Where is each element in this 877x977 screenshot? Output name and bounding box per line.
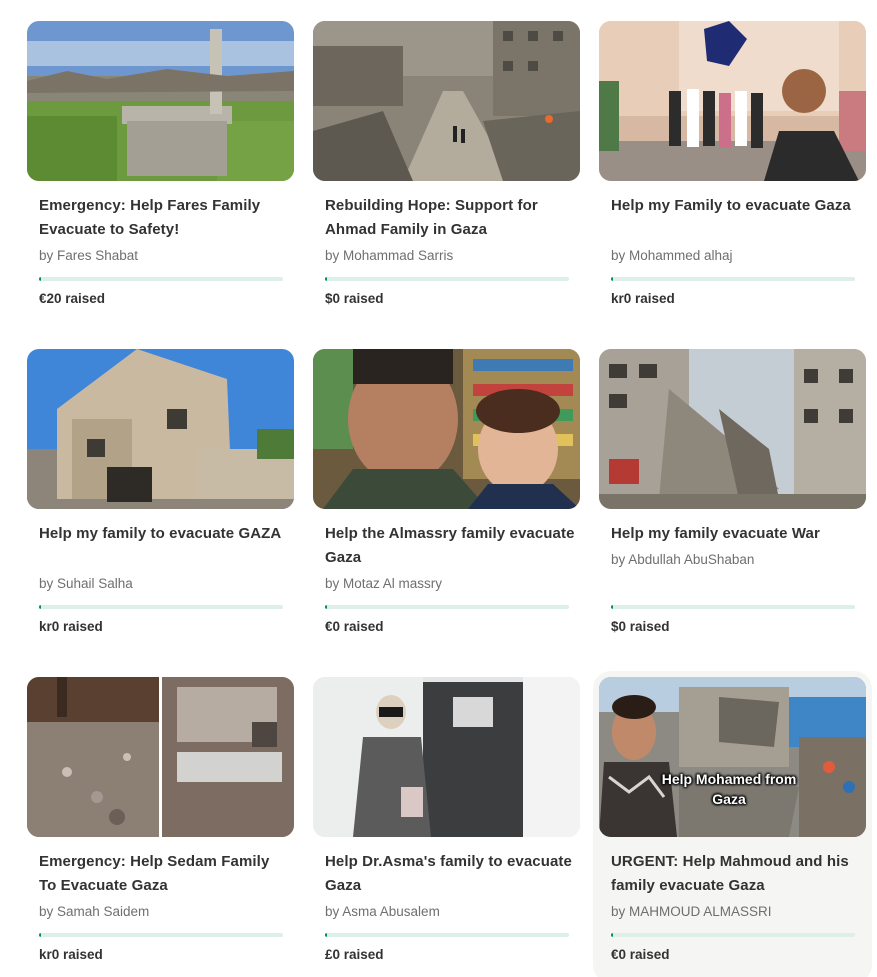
- fundraiser-card[interactable]: Help my family to evacuate GAZA by Suhai…: [27, 349, 294, 649]
- fundraiser-grid: Emergency: Help Fares Family Evacuate to…: [0, 0, 877, 977]
- fundraiser-image[interactable]: [599, 21, 866, 181]
- fundraiser-title[interactable]: Help my family to evacuate GAZA: [39, 522, 289, 546]
- progress-bar: [39, 277, 283, 281]
- amount-raised: kr0 raised: [611, 291, 675, 306]
- fundraiser-card[interactable]: Help Dr.Asma's family to evacuate Gaza b…: [313, 677, 580, 977]
- fundraiser-image[interactable]: [27, 349, 294, 509]
- amount-raised: $0 raised: [325, 291, 384, 306]
- progress-bar: [611, 277, 855, 281]
- progress-bar: [325, 277, 569, 281]
- fundraiser-title[interactable]: Help Dr.Asma's family to evacuate Gaza: [325, 850, 575, 898]
- fundraiser-title[interactable]: Help my family evacuate War: [611, 522, 861, 546]
- fundraiser-image[interactable]: [599, 349, 866, 509]
- fundraiser-image[interactable]: [313, 677, 580, 837]
- fundraiser-card[interactable]: Help my family evacuate War by Abdullah …: [599, 349, 866, 649]
- organizer-name: by Samah Saidem: [39, 904, 150, 919]
- progress-bar: [325, 933, 569, 937]
- organizer-name: by Mohammad Sarris: [325, 248, 454, 263]
- progress-fill: [39, 605, 41, 609]
- fundraiser-card[interactable]: Help Mohamed from Gaza URGENT: Help Mahm…: [599, 677, 866, 977]
- organizer-name: by Fares Shabat: [39, 248, 139, 263]
- fundraiser-title[interactable]: Emergency: Help Sedam Family To Evacuate…: [39, 850, 289, 898]
- progress-fill: [325, 277, 327, 281]
- fundraiser-card[interactable]: Help my Family to evacuate Gaza by Moham…: [599, 21, 866, 321]
- organizer-name: by Suhail Salha: [39, 576, 133, 591]
- progress-bar: [611, 605, 855, 609]
- progress-fill: [611, 277, 613, 281]
- fundraiser-card[interactable]: Help the Almassry family evacuate Gaza b…: [313, 349, 580, 649]
- fundraiser-title[interactable]: Rebuilding Hope: Support for Ahmad Famil…: [325, 194, 575, 242]
- progress-bar: [611, 933, 855, 937]
- amount-raised: €20 raised: [39, 291, 106, 306]
- fundraiser-card[interactable]: Emergency: Help Fares Family Evacuate to…: [27, 21, 294, 321]
- fundraiser-card[interactable]: Emergency: Help Sedam Family To Evacuate…: [27, 677, 294, 977]
- amount-raised: €0 raised: [611, 947, 670, 962]
- organizer-name: by Asma Abusalem: [325, 904, 440, 919]
- amount-raised: kr0 raised: [39, 619, 103, 634]
- fundraiser-image[interactable]: Help Mohamed from Gaza: [599, 677, 866, 837]
- fundraiser-image[interactable]: [313, 21, 580, 181]
- progress-fill: [611, 933, 613, 937]
- progress-fill: [611, 605, 613, 609]
- organizer-name: by Abdullah AbuShaban: [611, 552, 755, 567]
- progress-bar: [325, 605, 569, 609]
- progress-bar: [39, 933, 283, 937]
- amount-raised: $0 raised: [611, 619, 670, 634]
- amount-raised: £0 raised: [325, 947, 384, 962]
- organizer-name: by MAHMOUD ALMASSRI: [611, 904, 772, 919]
- amount-raised: kr0 raised: [39, 947, 103, 962]
- fundraiser-image[interactable]: [27, 677, 294, 837]
- fundraiser-title[interactable]: URGENT: Help Mahmoud and his family evac…: [611, 850, 861, 898]
- fundraiser-image[interactable]: [313, 349, 580, 509]
- progress-fill: [325, 605, 327, 609]
- fundraiser-title[interactable]: Help my Family to evacuate Gaza: [611, 194, 861, 218]
- progress-fill: [39, 933, 41, 937]
- organizer-name: by Mohammed alhaj: [611, 248, 733, 263]
- image-overlay-text: Help Mohamed from Gaza: [661, 771, 797, 807]
- progress-bar: [39, 605, 283, 609]
- fundraiser-image[interactable]: [27, 21, 294, 181]
- organizer-name: by Motaz Al massry: [325, 576, 443, 591]
- progress-fill: [325, 933, 327, 937]
- fundraiser-title[interactable]: Emergency: Help Fares Family Evacuate to…: [39, 194, 289, 242]
- progress-fill: [39, 277, 42, 281]
- fundraiser-title[interactable]: Help the Almassry family evacuate Gaza: [325, 522, 575, 570]
- amount-raised: €0 raised: [325, 619, 384, 634]
- fundraiser-card[interactable]: Rebuilding Hope: Support for Ahmad Famil…: [313, 21, 580, 321]
